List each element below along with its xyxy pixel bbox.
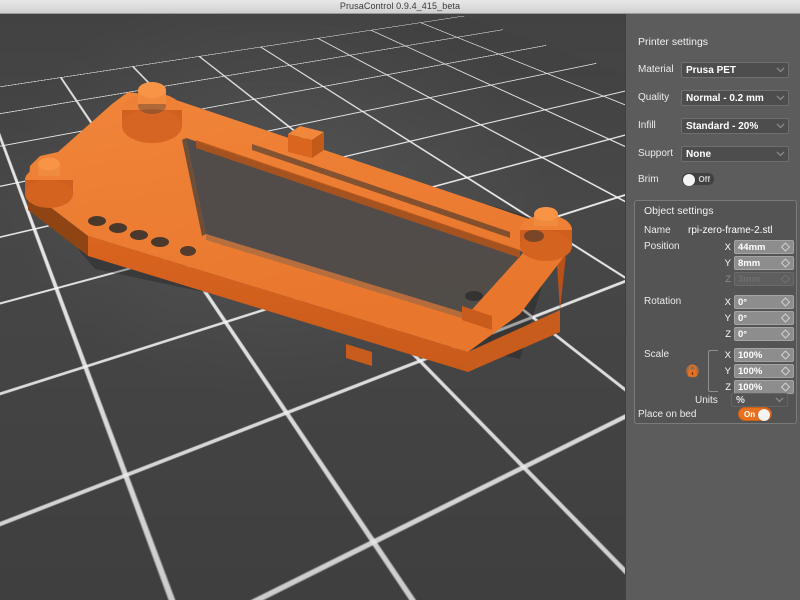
uniform-scale-bracket	[708, 350, 718, 392]
spinner-arrows-icon[interactable]	[780, 242, 791, 252]
spinner-arrows-icon[interactable]	[780, 297, 791, 307]
position-label: Position	[644, 241, 680, 252]
object-name-value: rpi-zero-frame-2.stl	[688, 225, 773, 236]
brim-toggle[interactable]: Off	[681, 172, 715, 186]
material-value: Prusa PET	[686, 64, 737, 76]
settings-panel: Printer settings Material Prusa PET Qual…	[625, 14, 800, 600]
quality-value: Normal - 0.2 mm	[686, 92, 764, 104]
rotation-y-axis-label: Y	[724, 312, 731, 324]
rotation-x-input[interactable]: 0°	[734, 295, 794, 309]
print-bed-container	[0, 14, 625, 600]
object-name-label: Name	[644, 225, 671, 236]
position-z-axis-label: Z	[725, 273, 731, 285]
window-title: PrusaControl 0.9.4_415_beta	[339, 1, 461, 11]
infill-label: Infill	[638, 120, 656, 131]
scale-x-value: 100%	[738, 349, 763, 361]
toggle-knob	[758, 409, 770, 421]
3d-viewport[interactable]	[0, 14, 625, 600]
support-label: Support	[638, 148, 674, 159]
quality-label: Quality	[638, 92, 670, 103]
position-x-input[interactable]: 44mm	[734, 240, 794, 254]
rotation-x-axis-label: X	[724, 296, 731, 308]
print-bed-grid	[0, 14, 625, 600]
scale-z-input[interactable]: 100%	[734, 380, 794, 394]
position-z-value: 3mm	[738, 273, 761, 285]
rotation-z-axis-label: Z	[725, 328, 731, 340]
spinner-arrows-icon[interactable]	[780, 329, 791, 339]
position-x-axis-label: X	[724, 241, 731, 253]
chevron-down-icon	[776, 67, 785, 73]
units-label: Units	[695, 395, 718, 406]
place-on-bed-toggle-state: On	[744, 410, 756, 419]
chevron-down-icon	[776, 151, 785, 157]
rotation-z-input[interactable]: 0°	[734, 327, 794, 341]
position-y-axis-label: Y	[724, 257, 731, 269]
position-y-value: 8mm	[738, 257, 761, 269]
prusacontrol-window: PrusaControl 0.9.4_415_beta Printer sett…	[0, 0, 800, 600]
infill-value: Standard - 20%	[686, 120, 759, 132]
object-settings-title: Object settings	[644, 205, 714, 217]
window-title-bar: PrusaControl 0.9.4_415_beta	[0, 0, 800, 14]
infill-dropdown[interactable]: Standard - 20%	[681, 118, 789, 134]
chevron-down-icon	[776, 95, 785, 101]
rotation-x-value: 0°	[738, 296, 748, 308]
spinner-arrows-icon	[780, 274, 791, 284]
toggle-knob	[683, 174, 695, 186]
spinner-arrows-icon[interactable]	[780, 382, 791, 392]
support-value: None	[686, 148, 711, 160]
units-dropdown[interactable]: %	[731, 393, 788, 407]
material-dropdown[interactable]: Prusa PET	[681, 62, 789, 78]
spinner-arrows-icon[interactable]	[780, 350, 791, 360]
chevron-down-icon	[775, 397, 784, 403]
chevron-down-icon	[776, 123, 785, 129]
material-label: Material	[638, 64, 674, 75]
brim-toggle-state: Off	[698, 175, 710, 184]
lock-closed-icon[interactable]	[686, 364, 699, 378]
scale-x-axis-label: X	[724, 349, 731, 361]
spinner-arrows-icon[interactable]	[780, 313, 791, 323]
rotation-label: Rotation	[644, 296, 682, 307]
place-on-bed-label: Place on bed	[638, 409, 697, 420]
spinner-arrows-icon[interactable]	[780, 258, 791, 268]
scale-z-value: 100%	[738, 381, 763, 393]
units-value: %	[736, 394, 745, 406]
position-z-input: 3mm	[734, 272, 794, 286]
brim-label: Brim	[638, 174, 659, 185]
scale-label: Scale	[644, 349, 670, 360]
support-dropdown[interactable]: None	[681, 146, 789, 162]
rotation-y-value: 0°	[738, 312, 748, 324]
scale-y-input[interactable]: 100%	[734, 364, 794, 378]
rotation-z-value: 0°	[738, 328, 748, 340]
scale-x-input[interactable]: 100%	[734, 348, 794, 362]
printer-settings-title: Printer settings	[638, 36, 709, 48]
rotation-y-input[interactable]: 0°	[734, 311, 794, 325]
spinner-arrows-icon[interactable]	[780, 366, 791, 376]
position-x-value: 44mm	[738, 241, 766, 253]
scale-z-axis-label: Z	[725, 381, 731, 393]
place-on-bed-toggle[interactable]: On	[738, 407, 772, 421]
position-y-input[interactable]: 8mm	[734, 256, 794, 270]
scale-y-axis-label: Y	[724, 365, 731, 377]
quality-dropdown[interactable]: Normal - 0.2 mm	[681, 90, 789, 106]
scale-y-value: 100%	[738, 365, 763, 377]
